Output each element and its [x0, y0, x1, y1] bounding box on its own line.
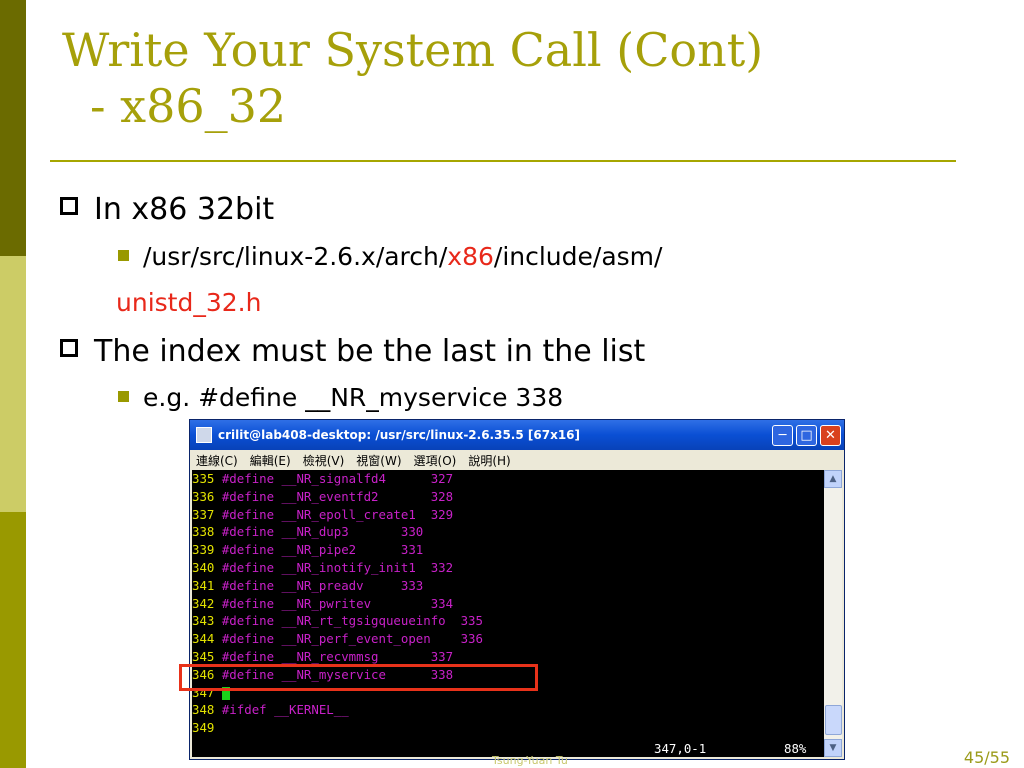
left-bar-light [0, 256, 26, 512]
menu-options[interactable]: 選項(O) [414, 452, 457, 469]
line-code: #define __NR_perf_event_open 336 [214, 631, 483, 647]
line-number: 348 [192, 702, 215, 718]
hollow-square-bullet-icon [60, 197, 78, 215]
menu-view[interactable]: 檢視(V) [303, 452, 345, 469]
terminal-line: 338 #define __NR_dup3 330 [192, 523, 824, 541]
line-code: #define __NR_dup3 330 [214, 524, 424, 540]
title-line-1: Write Your System Call (Cont) [62, 23, 764, 77]
line-number: 337 [192, 506, 215, 522]
maximize-icon[interactable]: □ [796, 424, 817, 446]
terminal-line: 336 #define __NR_eventfd2 328 [192, 488, 824, 506]
scroll-down-icon[interactable]: ▼ [824, 739, 842, 757]
example-text: e.g. #define __NR_myservice 338 [143, 383, 564, 412]
terminal-menubar: 連線(C) 編輯(E) 檢視(V) 視窗(W) 選項(O) 說明(H) [190, 450, 844, 470]
line-number: 339 [192, 542, 215, 558]
terminal-title: crilit@lab408-desktop: /usr/src/linux-2.… [218, 428, 581, 442]
menu-connection[interactable]: 連線(C) [196, 452, 238, 469]
path-prefix: /usr/src/linux-2.6.x/arch/ [143, 242, 448, 271]
bullet-text: The index must be the last in the list [94, 334, 646, 369]
line-code: #define __NR_signalfd4 327 [214, 471, 454, 486]
line-number: 340 [192, 559, 215, 575]
bullet-text: In x86 32bit [94, 192, 275, 227]
scroll-up-icon[interactable]: ▲ [824, 470, 842, 488]
bullet-item: In x86 32bit [60, 192, 274, 227]
terminal-content[interactable]: 335 #define __NR_signalfd4 327 336 #defi… [192, 470, 824, 757]
line-number: 336 [192, 488, 215, 504]
line-number: 344 [192, 631, 215, 647]
title-line-2: - x86_32 [90, 79, 287, 133]
highlight-box [179, 664, 538, 691]
terminal-line: 342 #define __NR_pwritev 334 [192, 595, 824, 613]
minimize-icon[interactable]: ─ [772, 424, 793, 446]
terminal-app-icon [196, 427, 212, 443]
left-bar-mid [0, 512, 26, 768]
menu-window[interactable]: 視窗(W) [356, 452, 401, 469]
menu-help[interactable]: 說明(H) [468, 452, 510, 469]
title-divider [50, 160, 956, 162]
page-number: 45/55 [963, 748, 1010, 767]
line-code: #define __NR_preadv 333 [214, 577, 424, 593]
terminal-line: 343 #define __NR_rt_tgsigqueueinfo 335 [192, 612, 824, 630]
close-icon[interactable]: ✕ [820, 424, 841, 446]
path-suffix: /include/asm/ [493, 242, 663, 271]
cursor-position: 347,0-1 [654, 741, 707, 756]
left-bar-dark [0, 0, 26, 256]
terminal-line: 340 #define __NR_inotify_init1 332 [192, 559, 824, 577]
terminal-titlebar[interactable]: crilit@lab408-desktop: /usr/src/linux-2.… [190, 420, 844, 450]
square-bullet-icon [118, 391, 129, 402]
line-number: 342 [192, 595, 215, 611]
line-code: #define __NR_inotify_init1 332 [214, 559, 454, 575]
bullet-item: The index must be the last in the list [60, 334, 645, 369]
line-number: 335 [192, 471, 215, 486]
line-code: #define __NR_pipe2 331 [214, 542, 424, 558]
scroll-percent: 88% [784, 741, 807, 756]
terminal-line: 337 #define __NR_epoll_create1 329 [192, 506, 824, 524]
author-footer: Tsung-Yuan Tu [492, 754, 568, 767]
line-number: 349 [192, 720, 215, 736]
line-code: #ifdef __KERNEL__ [214, 702, 349, 718]
slide-title: Write Your System Call (Cont) - x86_32 [62, 22, 763, 134]
line-code: #define __NR_eventfd2 328 [214, 488, 454, 504]
terminal-line: 341 #define __NR_preadv 333 [192, 577, 824, 595]
hollow-square-bullet-icon [60, 339, 78, 357]
scrollbar[interactable]: ▲ ▼ [824, 470, 842, 757]
terminal-line: 348 #ifdef __KERNEL__ [192, 701, 824, 719]
terminal-line: 344 #define __NR_perf_event_open 336 [192, 630, 824, 648]
sub-bullet-item: /usr/src/linux-2.6.x/arch/x86/include/as… [118, 242, 662, 271]
terminal-window: crilit@lab408-desktop: /usr/src/linux-2.… [189, 419, 845, 760]
line-number: 343 [192, 613, 215, 629]
path-filename: unistd_32.h [116, 288, 262, 317]
terminal-line: 349 [192, 719, 824, 737]
path-highlight: x86 [447, 242, 494, 271]
line-number: 338 [192, 524, 215, 540]
line-number: 345 [192, 648, 215, 664]
square-bullet-icon [118, 250, 129, 261]
line-number: 341 [192, 577, 215, 593]
scrollbar-thumb[interactable] [825, 705, 842, 735]
line-code: #define __NR_recvmmsg 337 [214, 648, 454, 664]
line-code: #define __NR_epoll_create1 329 [214, 506, 454, 522]
menu-edit[interactable]: 編輯(E) [250, 452, 291, 469]
terminal-line: 339 #define __NR_pipe2 331 [192, 541, 824, 559]
terminal-line: 335 #define __NR_signalfd4 327 [192, 470, 824, 488]
sub-bullet-item: e.g. #define __NR_myservice 338 [118, 383, 563, 412]
line-code: #define __NR_rt_tgsigqueueinfo 335 [214, 613, 483, 629]
line-code: #define __NR_pwritev 334 [214, 595, 454, 611]
